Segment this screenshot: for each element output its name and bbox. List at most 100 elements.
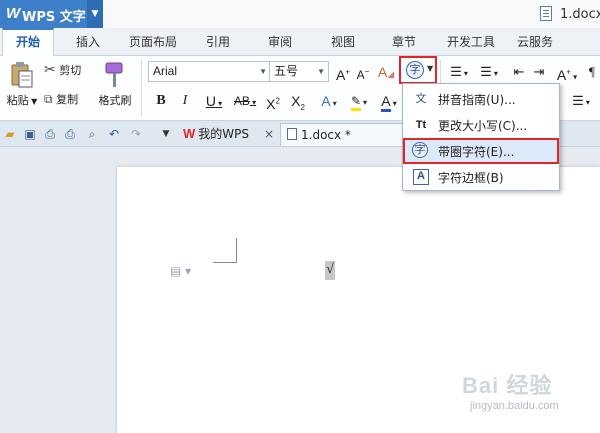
char-border-icon: A [413,169,429,185]
cut-label: 剪切 [59,64,82,77]
tab-home[interactable]: 开始 [2,28,54,57]
scissors-icon: ✂ [44,62,56,78]
text-effect-button[interactable]: A ▾ [318,91,340,111]
bullet-list-icon: ☰ [450,64,462,79]
enclosed-char-menu: 文 拼音指南(U)... Tt 更改大小写(C)... 字 带圈字符(E)...… [402,83,560,191]
close-icon[interactable]: × [264,123,274,145]
app-name: WPS 文字 [22,10,86,25]
superscript-icon: X2 [266,95,280,112]
tab-my-wps-label: 我的WPS [198,127,250,141]
increase-indent-button[interactable]: ⇥ [530,62,548,82]
italic-button[interactable]: I [177,91,193,111]
menu-item-label: 拼音指南(U)... [438,93,516,107]
print-icon[interactable]: ⎙ [62,126,78,142]
bold-icon: B [156,93,166,108]
tab-view[interactable]: 视图 [321,28,365,56]
wps-logo-icon: W [6,5,21,22]
clear-format-button[interactable]: A◢ [377,62,395,82]
highlight-button[interactable]: ✎ ▾ [347,91,371,111]
wps-logo-icon: W [183,126,196,141]
numbered-list-icon: ☰ [480,64,492,79]
menu-item-label: 更改大小写(C)... [438,119,528,133]
enclosed-char-icon: 字 [412,142,428,158]
paste-dropdown-icon[interactable]: ▼ [29,97,37,106]
font-name-value: Arial [153,64,178,78]
app-menu-button[interactable]: W WPS 文字 ▼ [0,0,103,28]
subscript-button[interactable]: X2 [289,91,307,112]
document-icon [287,128,297,140]
line-spacing-icon: ☰ [572,93,584,108]
window-title: 1.docx [560,7,600,22]
shrink-font-button[interactable]: A− [354,62,372,82]
font-color-button[interactable]: A ▾ [377,91,401,112]
text-effect-icon: A [321,93,331,109]
menu-item-pinyin-guide[interactable]: 文 拼音指南(U)... [403,86,559,112]
decrease-indent-button[interactable]: ⇤ [510,62,528,82]
font-size-select[interactable]: 五号 ▼ [269,61,329,82]
enclosed-char-icon: 字 [406,61,424,79]
highlighter-icon: ✎ [350,94,362,111]
underline-icon: U [205,93,216,109]
font-size-value: 五号 [274,64,299,78]
print-preview-icon[interactable]: ⌕ [84,126,100,142]
shrink-font-icon: A− [356,67,370,82]
menu-item-char-border[interactable]: A 字符边框(B) [403,164,559,190]
document-icon [540,6,552,21]
grow-font-icon: A+ [335,66,350,83]
tab-developer[interactable]: 开发工具 [440,28,502,56]
bold-button[interactable]: B [153,91,169,111]
line-spacing-button[interactable]: ☰ ▾ [568,91,594,111]
paste-button[interactable]: 粘贴 ▼ [3,61,41,113]
eraser-icon: A◢ [377,64,395,80]
cut-button[interactable]: ✂ 剪切 [44,62,81,78]
menu-item-enclosed-char[interactable]: 字 带圈字符(E)... [403,138,559,164]
tab-cloud-service[interactable]: 云服务 [510,28,560,56]
char-scale-icon: A+ [556,66,571,83]
copy-icon: ⧉ [44,92,53,106]
paste-label: 粘贴 [6,94,29,107]
menu-item-label: 带圈字符(E)... [438,145,515,159]
numbered-list-button[interactable]: ☰ ▾ [476,62,502,82]
baidu-watermark-url: jingyan.baidu.com [470,400,559,412]
page-corner-mark [236,238,237,262]
paste-options-icon[interactable]: ▤ ▾ [170,264,191,278]
strikethrough-button[interactable]: AB ▾ [231,91,259,111]
tab-my-wps[interactable]: W 我的WPS × [177,123,280,146]
enclosed-char-button[interactable]: 字 ▼ [399,56,437,84]
undo-icon[interactable]: ↶ [106,126,122,142]
app-menu-arrow-icon[interactable]: ▼ [87,0,103,28]
paragraph-mark-button[interactable]: ¶ [586,62,598,82]
redo-icon[interactable]: ↷ [128,126,144,142]
tab-references[interactable]: 引用 [196,28,240,56]
export-pdf-icon[interactable]: ⎙ [42,126,58,142]
title-bar: W WPS 文字 ▼ 1.docx [0,0,600,28]
menu-item-label: 字符边框(B) [438,171,504,185]
selected-character[interactable]: √ [325,261,335,280]
bullet-list-button[interactable]: ☰ ▾ [446,62,472,82]
italic-icon: I [182,93,188,108]
grow-font-button[interactable]: A+ [334,62,352,83]
format-painter-button[interactable]: 格式刷 [95,61,135,113]
strikethrough-icon: AB [233,94,250,108]
subscript-icon: X2 [291,93,305,112]
tab-document-label: 1.docx * [301,128,351,142]
menu-item-change-case[interactable]: Tt 更改大小写(C)... [403,112,559,138]
font-size-char-button[interactable]: A+ ▾ [553,62,581,83]
group-separator [141,60,142,116]
tab-sections[interactable]: 章节 [382,28,426,56]
tab-insert[interactable]: 插入 [66,28,110,56]
tab-document[interactable]: 1.docx * [280,123,410,146]
superscript-button[interactable]: X2 [264,91,282,112]
customize-toolbar-icon[interactable]: ▼ [158,126,174,142]
change-case-icon: Tt [415,119,427,131]
font-name-select[interactable]: Arial ▼ [148,61,271,82]
save-icon[interactable]: ▣ [22,126,38,142]
underline-button[interactable]: U ▾ [201,91,227,111]
chevron-down-icon[interactable]: ▼ [427,64,433,73]
tab-review[interactable]: 审阅 [258,28,302,56]
paragraph-mark-icon: ¶ [589,64,595,79]
chevron-down-icon: ▼ [317,67,325,76]
open-folder-icon[interactable]: ▰ [2,126,18,142]
copy-button[interactable]: ⧉ 复制 [44,91,78,107]
tab-page-layout[interactable]: 页面布局 [122,28,184,56]
